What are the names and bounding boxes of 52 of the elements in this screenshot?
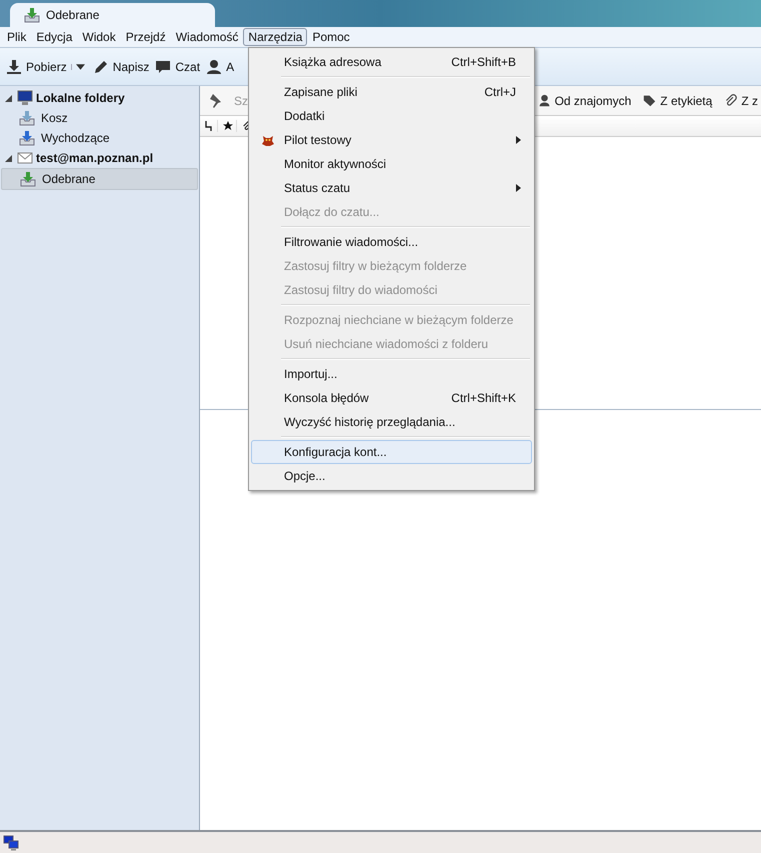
folder-row[interactable]: Kosz (1, 108, 198, 128)
expand-triangle-icon (5, 154, 12, 162)
star-icon[interactable] (223, 120, 237, 132)
tab[interactable]: Odebrane (10, 3, 215, 27)
chat-bubble-icon (155, 58, 172, 74)
folder-row[interactable]: test@man.poznan.pl (1, 148, 198, 168)
folder-row[interactable]: Lokalne foldery (1, 88, 198, 108)
folder-tray-icon (19, 110, 35, 126)
menu-item[interactable]: Edycja (31, 28, 78, 46)
envelope-icon (17, 150, 33, 166)
paperclip-icon (724, 94, 738, 107)
menu-item[interactable]: Dodatki (251, 104, 532, 128)
filter-button[interactable]: Z z (721, 92, 761, 110)
filter-button[interactable]: Z etykietą (640, 92, 716, 110)
toolbar-button[interactable]: Pobierz (4, 56, 71, 78)
toolbar-button[interactable]: Napisz (90, 56, 154, 78)
person-icon (538, 94, 551, 107)
menu-item[interactable]: Wiadomość (170, 28, 244, 46)
menu-item[interactable]: Pilot testowy (251, 128, 532, 152)
menu-item[interactable]: Importuj... (251, 362, 532, 386)
menu-item[interactable]: Opcje... (251, 464, 532, 488)
menu-item[interactable]: Zapisane pliki Ctrl+J (251, 80, 532, 104)
menu-item[interactable]: Książka adresowa Ctrl+Shift+B (251, 50, 532, 74)
inbox-icon (24, 7, 40, 23)
network-computers-icon (3, 834, 19, 850)
menu-item[interactable]: Filtrowanie wiadomości... (251, 230, 532, 254)
thread-icon[interactable] (204, 120, 218, 132)
download-icon (6, 58, 22, 74)
folder-tray-icon (20, 171, 36, 187)
pin-icon[interactable] (208, 92, 224, 108)
filter-button[interactable]: Od znajomych (534, 92, 634, 110)
toolbar-button[interactable]: Czat (153, 56, 204, 78)
toolbar-button[interactable]: A (204, 56, 238, 78)
folder-row[interactable]: Wychodzące (1, 128, 198, 148)
menu-item[interactable]: Konfiguracja kont... (251, 440, 532, 464)
menu-item[interactable]: Wyczyść historię przeglądania... (251, 410, 532, 434)
menu-item[interactable]: Monitor aktywności (251, 152, 532, 176)
folder-tray-icon (19, 130, 35, 146)
menu-item[interactable]: Plik (2, 28, 32, 46)
person-icon (206, 58, 222, 74)
folder-row[interactable]: Odebrane (1, 168, 198, 190)
menu-item[interactable]: Pomoc (307, 28, 355, 46)
menu-item[interactable]: Narzędzia (243, 28, 308, 46)
menu-item[interactable]: Konsola błędów Ctrl+Shift+K (251, 386, 532, 410)
monitor-icon (17, 90, 33, 106)
menu-item[interactable]: Przejdź (120, 28, 171, 46)
menu-item[interactable]: Widok (77, 28, 121, 46)
expand-triangle-icon (5, 94, 12, 102)
menu-item[interactable]: Status czatu (251, 176, 532, 200)
caret-icon[interactable] (70, 64, 85, 70)
tag-icon (643, 94, 656, 107)
pencil-icon (92, 58, 109, 74)
